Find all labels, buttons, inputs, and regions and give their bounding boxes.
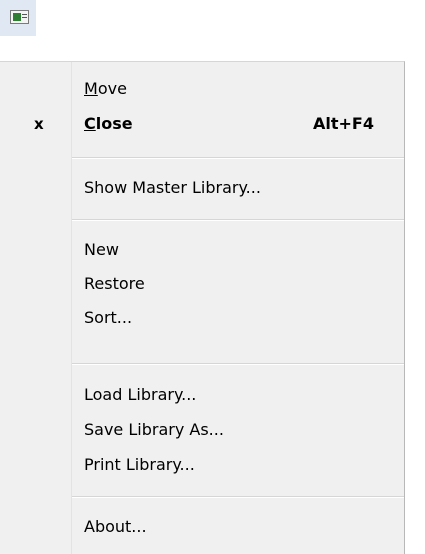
menu-item-close[interactable]: x Close Alt+F4: [0, 107, 404, 141]
close-check-mark: x: [34, 115, 44, 133]
window-icon-badge: [13, 13, 21, 21]
menu-item-close-shortcut: Alt+F4: [313, 114, 374, 133]
menu-item-show-master-library[interactable]: Show Master Library...: [0, 171, 404, 205]
menu-item-sort[interactable]: Sort...: [0, 301, 404, 335]
window-icon-line: [22, 14, 27, 15]
menu-item-load-library[interactable]: Load Library...: [0, 378, 404, 412]
menu-item-label: Sort...: [84, 308, 133, 327]
menu-item-label: Load Library...: [84, 385, 197, 404]
menu-item-print-library[interactable]: Print Library...: [0, 448, 404, 482]
menu-item-label: New: [84, 240, 119, 259]
menu-item-about[interactable]: About...: [0, 510, 404, 544]
window-icon-frame: [10, 10, 29, 24]
menu-separator: [72, 496, 404, 498]
menu-separator: [72, 157, 404, 159]
menu-item-close-label: Close: [84, 114, 133, 133]
menu-item-label: Print Library...: [84, 455, 195, 474]
menu-separator: [72, 363, 404, 365]
menu-separator: [72, 219, 404, 221]
menu-item-move-label: Move: [84, 79, 127, 98]
window-icon-line: [22, 17, 27, 18]
menu-item-new[interactable]: New: [0, 233, 404, 267]
menu-item-restore[interactable]: Restore: [0, 267, 404, 301]
menu-item-label: Save Library As...: [84, 420, 224, 439]
menu-item-label: Show Master Library...: [84, 178, 261, 197]
menu-item-move[interactable]: Move: [0, 72, 404, 106]
window-icon[interactable]: [0, 0, 36, 36]
menu-item-save-library-as[interactable]: Save Library As...: [0, 413, 404, 447]
system-menu: Move x Close Alt+F4 Show Master Library.…: [0, 61, 405, 554]
menu-item-label: About...: [84, 517, 147, 536]
menu-item-label: Restore: [84, 274, 145, 293]
